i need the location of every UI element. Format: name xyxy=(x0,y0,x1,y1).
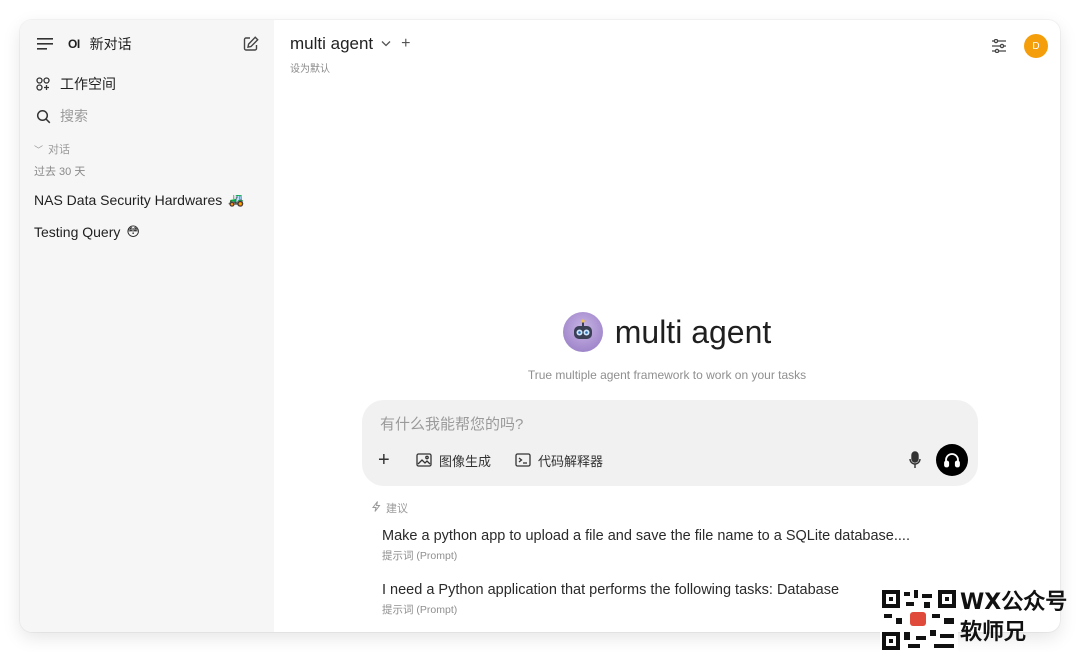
chat-header: multi agent + 设为默认 xyxy=(290,34,411,77)
hero-title: multi agent xyxy=(614,313,772,350)
chat-emoji: 😳 xyxy=(126,224,140,239)
chat-list-item[interactable]: NAS Data Security Hardwares 🚜 xyxy=(30,184,264,216)
header-actions: D xyxy=(988,34,1048,58)
model-hero: multi agent True multiple agent framewor… xyxy=(274,312,1060,382)
chevron-down-icon: ﹀ xyxy=(34,144,44,155)
image-generation-button[interactable]: 图像生成 xyxy=(416,451,491,470)
hero-title-row: multi agent xyxy=(562,312,772,352)
edit-icon[interactable] xyxy=(240,33,262,55)
mic-icon[interactable] xyxy=(904,449,926,471)
chat-emoji: 🚜 xyxy=(228,192,245,207)
controls-icon[interactable] xyxy=(988,35,1010,57)
watermark-text: WX公众号 软师兄 xyxy=(960,588,1067,648)
plus-icon[interactable]: + xyxy=(378,449,398,472)
suggestion-item[interactable]: Make a python app to upload a file and s… xyxy=(382,528,982,563)
group-label: 过去 30 天 xyxy=(34,166,86,178)
add-model-button[interactable]: + xyxy=(401,35,410,53)
main-area: multi agent + 设为默认 D multi agent True mu… xyxy=(274,20,1060,632)
sidebar-top: OI 新对话 xyxy=(30,20,264,68)
tool-label: 代码解释器 xyxy=(538,453,604,469)
search-icon xyxy=(34,107,52,125)
composer-toolbar: + 图像生成 代码解释器 xyxy=(378,444,968,476)
model-name[interactable]: multi agent xyxy=(290,34,373,54)
chat-title: NAS Data Security Hardwares xyxy=(34,192,223,208)
suggestions-header: 建议 xyxy=(372,500,408,516)
watermark: WX公众号 软师兄 xyxy=(880,588,1080,652)
user-avatar[interactable]: D xyxy=(1024,34,1048,58)
qr-code xyxy=(880,588,958,652)
code-interpreter-button[interactable]: 代码解释器 xyxy=(515,451,603,470)
hero-subtitle: True multiple agent framework to work on… xyxy=(527,368,807,382)
sidebar-search[interactable]: 搜索 xyxy=(30,100,264,132)
search-label: 搜索 xyxy=(60,108,88,124)
app-window: OI 新对话 工作空间 搜索 ﹀ 对话 过去 30 天 NAS Data Sec… xyxy=(20,20,1060,632)
headphones-icon xyxy=(943,451,961,469)
model-selector: multi agent + xyxy=(290,34,411,54)
bolt-icon xyxy=(372,501,381,515)
tool-label: 图像生成 xyxy=(439,453,492,469)
chat-list-item[interactable]: Testing Query 😳 xyxy=(30,216,264,248)
menu-icon[interactable] xyxy=(34,33,56,55)
sidebar-item-workspace[interactable]: 工作空间 xyxy=(30,68,264,100)
sidebar-section-chats[interactable]: ﹀ 对话 xyxy=(30,132,264,158)
voice-mode-button[interactable] xyxy=(936,444,968,476)
sidebar-item-label: 工作空间 xyxy=(60,76,116,92)
suggestions-label: 建议 xyxy=(386,503,408,515)
suggestion-subtitle: 提示词 (Prompt) xyxy=(382,550,458,562)
watermark-line: 软师兄 xyxy=(960,620,1027,645)
new-chat-label[interactable]: 新对话 xyxy=(90,34,240,54)
sidebar: OI 新对话 工作空间 搜索 ﹀ 对话 过去 30 天 NAS Data Sec… xyxy=(20,20,274,632)
robot-avatar-icon xyxy=(562,312,603,352)
set-default-link[interactable]: 设为默认 xyxy=(290,60,330,75)
chevron-down-icon[interactable] xyxy=(381,38,391,50)
workspace-icon xyxy=(34,75,52,93)
section-label: 对话 xyxy=(48,144,71,156)
chat-title: Testing Query xyxy=(34,224,121,240)
terminal-icon xyxy=(515,453,531,467)
image-icon xyxy=(416,453,432,467)
suggestion-title: Make a python app to upload a file and s… xyxy=(382,528,910,544)
watermark-line: WX公众号 xyxy=(960,590,1068,615)
app-logo[interactable]: OI xyxy=(68,37,80,51)
message-composer: + 图像生成 代码解释器 xyxy=(362,400,978,486)
message-input[interactable] xyxy=(380,416,880,433)
